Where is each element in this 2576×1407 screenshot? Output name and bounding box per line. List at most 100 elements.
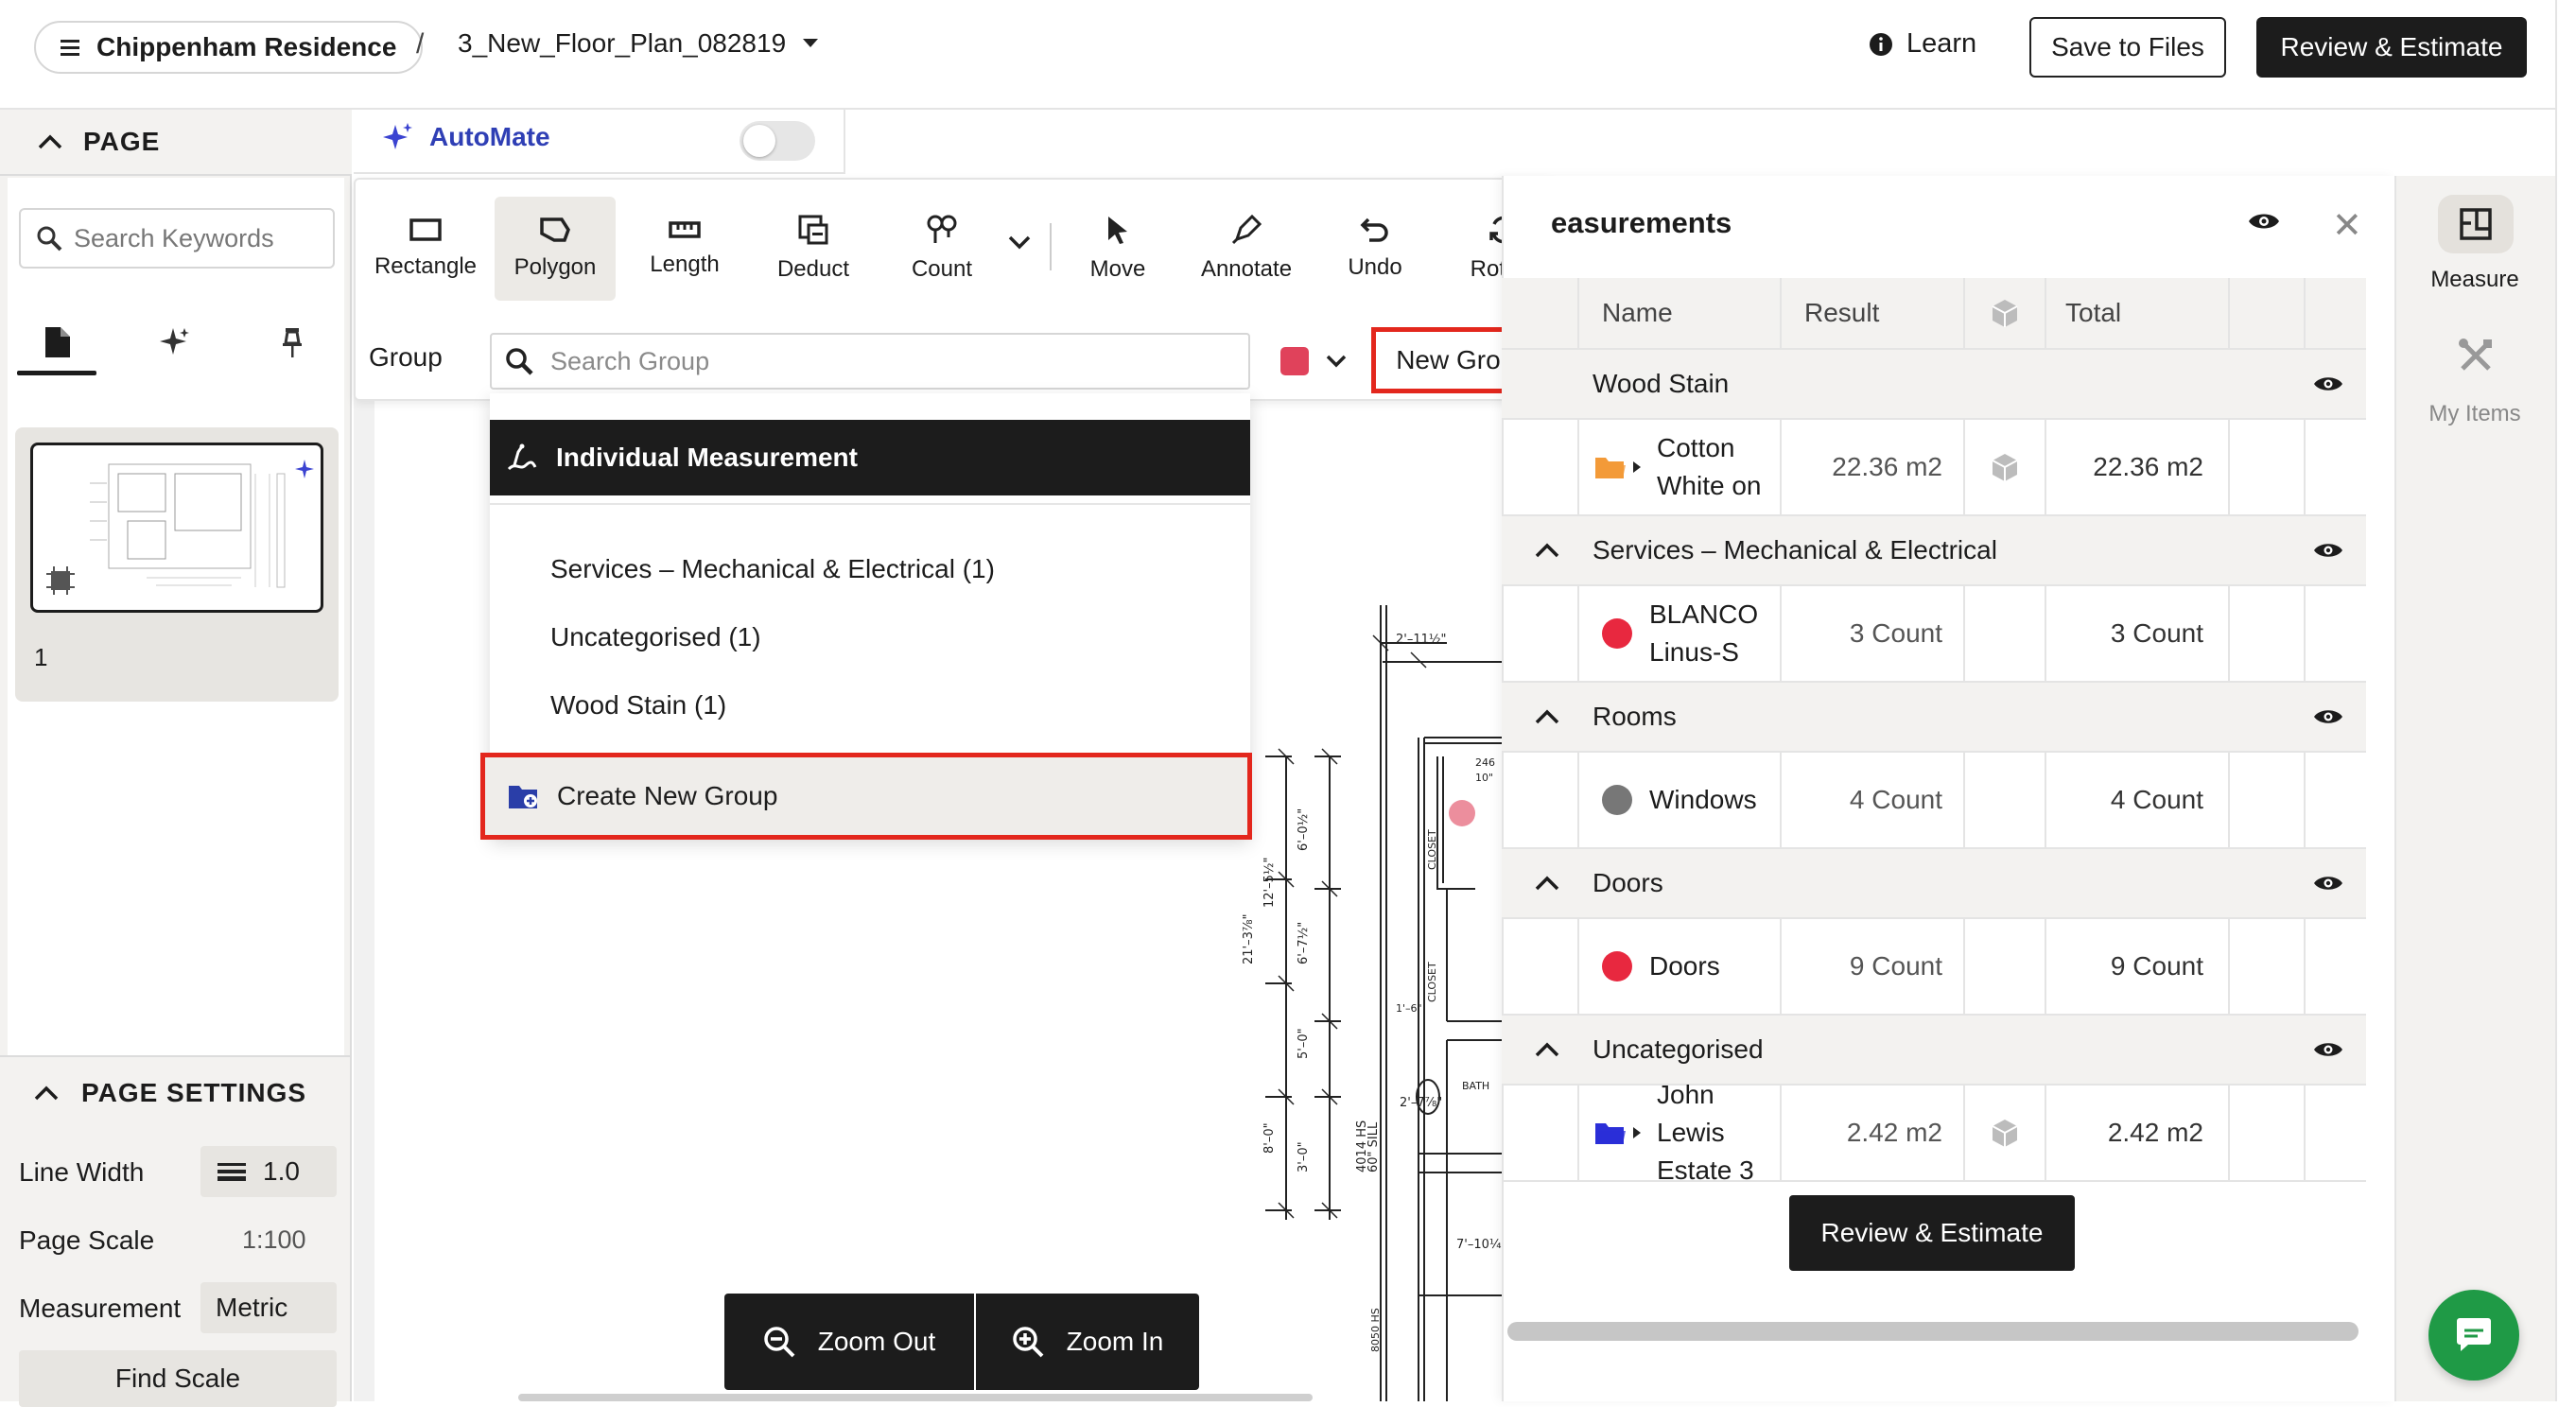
count-marker[interactable] [1449,800,1475,826]
group-visibility-toggle[interactable] [2290,373,2366,394]
group-visibility-toggle[interactable] [2290,540,2366,561]
dropdown-item-wood-stain[interactable]: Wood Stain (1) [550,690,726,721]
group-header-row[interactable]: Uncategorised [1502,1016,2366,1086]
row-name-line1: John Lewis [1657,1080,1725,1147]
tool-deduct[interactable]: Deduct [753,197,874,301]
ruler-icon [669,219,701,240]
rail-my-items-button[interactable] [2457,337,2495,374]
svg-text:246: 246 [1475,756,1495,769]
pin-icon [281,326,304,358]
hand-write-icon [507,443,537,473]
line-width-value: 1.0 [263,1156,300,1186]
row-name: Cotton White on [1657,429,1762,505]
page-scale-label: Page Scale [19,1225,155,1255]
rail-measure-button[interactable] [2438,195,2514,253]
zoom-out-button[interactable]: Zoom Out [724,1294,974,1390]
group-visibility-toggle[interactable] [2290,706,2366,727]
group-header-row[interactable]: Doors [1502,849,2366,919]
table-row[interactable]: BLANCO Linus-S 3 Count 3 Count [1502,586,2366,683]
chat-support-button[interactable] [2428,1290,2519,1381]
tool-undo[interactable]: Undo [1314,197,1436,301]
group-name: Wood Stain [1593,369,1730,398]
group-visibility-toggle[interactable] [2290,873,2366,894]
learn-link[interactable]: Learn [1869,28,1976,60]
tool-count[interactable]: Count [881,197,1002,301]
save-to-files-button[interactable]: Save to Files [2029,17,2226,78]
page-scale-value[interactable]: 1:100 [242,1225,306,1255]
collapse-toggle[interactable] [1502,543,1593,558]
svg-text:1'–6": 1'–6" [1396,1002,1422,1015]
table-row[interactable]: Doors 9 Count 9 Count [1502,919,2366,1016]
group-header-row[interactable]: Rooms [1502,683,2366,753]
row-name-line1: Cotton [1657,433,1735,462]
review-estimate-bottom-button[interactable]: Review & Estimate [1789,1195,2075,1271]
table-row[interactable]: Cotton White on 22.36 m2 22.36 m2 [1502,420,2366,516]
tool-length[interactable]: Length [624,197,745,301]
page-section-toggle[interactable]: PAGE [0,110,352,176]
group-visibility-toggle[interactable] [2290,1039,2366,1060]
canvas-horizontal-scrollbar[interactable] [518,1394,1313,1401]
chevron-up-icon [1535,876,1559,891]
svg-text:8'–0": 8'–0" [1262,1122,1277,1154]
column-total[interactable]: Total [2046,278,2230,348]
table-row[interactable]: John Lewis Estate 3 2.42 m2 2.42 m2 [1502,1080,2366,1185]
row-name-cell[interactable]: Cotton White on [1579,420,1782,514]
create-new-group-button[interactable]: Create New Group [480,753,1252,840]
measurements-table: Name Result Total Wood Stain Cotton White … [1502,278,2366,1185]
page-settings-toggle[interactable]: PAGE SETTINGS [0,1055,352,1129]
eye-icon [2247,210,2281,233]
dropdown-item-uncategorised[interactable]: Uncategorised (1) [550,622,761,652]
automate-toggle-knob [743,125,775,157]
color-dot [1602,618,1632,649]
search-keywords-input[interactable]: Search Keywords [19,208,335,269]
measurements-scrollbar[interactable] [1507,1322,2358,1341]
tool-annotate[interactable]: Annotate [1186,197,1307,301]
find-scale-button[interactable]: Find Scale [19,1350,337,1407]
row-3d-cell[interactable] [1965,586,2046,681]
measurement-unit-select[interactable]: Metric [200,1282,337,1333]
collapse-toggle[interactable] [1502,876,1593,891]
dropdown-individual-measurement[interactable]: Individual Measurement [490,420,1250,495]
column-result[interactable]: Result [1782,278,1965,348]
page-thumbnail[interactable] [30,443,323,613]
table-row[interactable]: Windows 4 Count 4 Count [1502,753,2366,849]
row-3d-cell[interactable] [1965,919,2046,1014]
file-name-dropdown[interactable]: 3_New_Floor_Plan_082819 [458,28,819,59]
row-name-cell[interactable]: John Lewis Estate 3 [1579,1080,1782,1185]
row-name-cell[interactable]: Doors [1579,919,1782,1014]
row-3d-cell[interactable] [1965,420,2046,514]
column-3d[interactable] [1965,278,2046,348]
more-tools-dropdown[interactable] [1008,234,1031,250]
column-name[interactable]: Name [1579,278,1782,348]
close-icon[interactable]: ✕ [2332,204,2362,247]
search-group-input[interactable]: Search Group [490,333,1250,390]
row-name-cell[interactable]: Windows [1579,753,1782,847]
chevron-down-icon [1326,355,1347,368]
cube-icon [1991,298,2019,328]
row-name: Windows [1649,781,1757,819]
review-estimate-button[interactable]: Review & Estimate [2256,17,2527,78]
folder-icon[interactable] [1594,454,1642,480]
tab-pages[interactable] [15,312,100,373]
collapse-toggle[interactable] [1502,709,1593,724]
toggle-visibility-all[interactable] [2247,210,2281,233]
row-name-cell[interactable]: BLANCO Linus-S [1579,586,1782,681]
tab-pinned[interactable] [250,312,335,373]
folder-icon[interactable] [1594,1120,1642,1146]
svg-text:6'–7½": 6'–7½" [1297,922,1311,964]
tool-move[interactable]: Move [1057,197,1178,301]
tool-rectangle[interactable]: Rectangle [365,197,486,301]
tab-ai[interactable] [132,312,218,373]
group-header-row[interactable]: Wood Stain [1502,350,2366,420]
zoom-in-button[interactable]: Zoom In [976,1294,1199,1390]
project-menu-button[interactable]: Chippenham Residence [34,21,424,74]
collapse-toggle[interactable] [1502,1042,1593,1057]
group-header-row[interactable]: Services – Mechanical & Electrical [1502,516,2366,586]
row-3d-cell[interactable] [1965,1086,2046,1180]
row-total: 2.42 m2 [2046,1086,2230,1180]
line-width-select[interactable]: 1.0 [200,1146,337,1197]
row-3d-cell[interactable] [1965,753,2046,847]
dropdown-item-services[interactable]: Services – Mechanical & Electrical (1) [550,554,995,584]
tool-polygon[interactable]: Polygon [495,197,616,301]
group-color-picker[interactable] [1265,339,1360,384]
